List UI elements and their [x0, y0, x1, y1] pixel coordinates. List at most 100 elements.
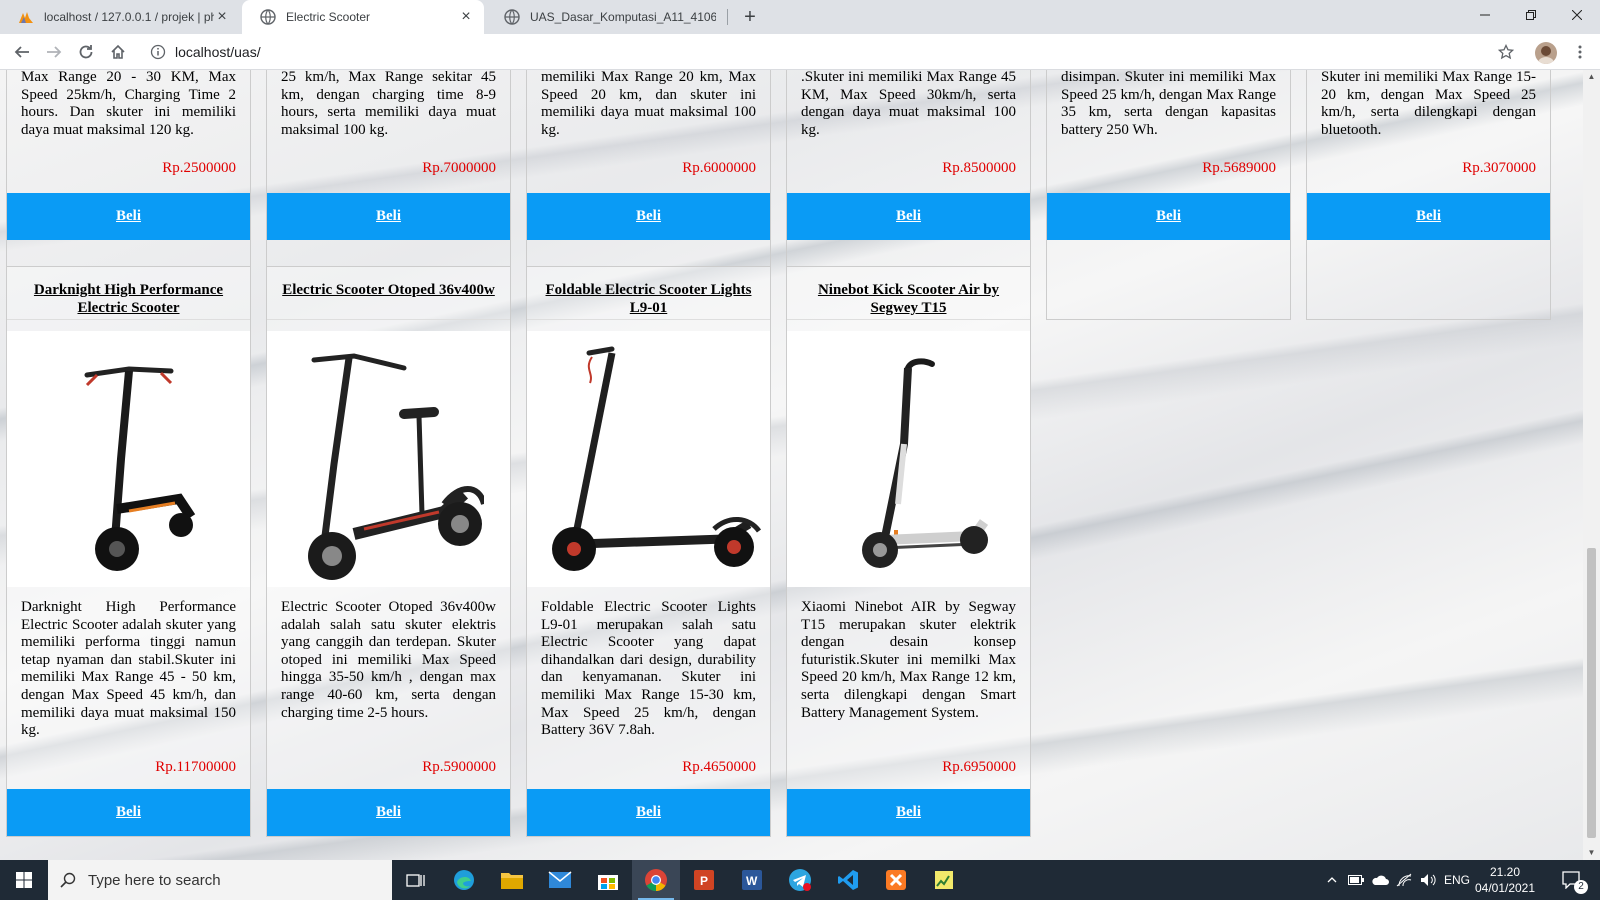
clock-date: 04/01/2021	[1474, 881, 1536, 895]
product-description: memiliki Max Range 20 km, Max Speed 20 k…	[541, 70, 756, 138]
back-button[interactable]	[10, 40, 34, 64]
battery-icon[interactable]	[1344, 860, 1368, 900]
product-card: Ninebot Kick Scooter Air by Segwey T15 X…	[786, 266, 1031, 837]
powerpoint-icon[interactable]: P	[680, 860, 728, 900]
product-price: Rp.3070000	[1462, 160, 1536, 176]
menu-kebab-icon[interactable]	[1568, 40, 1592, 64]
scroll-up-arrow-icon[interactable]: ▲	[1583, 70, 1600, 84]
clock-time: 21.20	[1489, 865, 1521, 879]
product-image	[267, 331, 510, 587]
product-description: 25 km/h, Max Range sekitar 45 km, dengan…	[281, 70, 496, 138]
url-text: localhost/uas/	[175, 44, 261, 60]
product-description: Xiaomi Ninebot AIR by Segway T15 merupak…	[801, 599, 1016, 721]
system-clock[interactable]: 21.20 04/01/2021	[1470, 864, 1540, 896]
search-icon	[60, 872, 76, 888]
product-image	[527, 331, 770, 587]
show-hidden-icons-chevron-icon[interactable]	[1320, 860, 1344, 900]
buy-button[interactable]: Beli	[267, 193, 510, 240]
vscode-icon[interactable]	[824, 860, 872, 900]
product-image	[787, 331, 1030, 587]
scooter-image	[861, 358, 988, 568]
notification-count-badge: 2	[1574, 880, 1588, 894]
wifi-icon[interactable]	[1392, 860, 1416, 900]
product-name-link[interactable]: Ninebot Kick Scooter Air by Segwey T15	[787, 267, 1030, 331]
buy-button[interactable]: Beli	[527, 193, 770, 240]
buy-button[interactable]: Beli	[1047, 193, 1290, 240]
product-price: Rp.5689000	[1202, 160, 1276, 176]
windows-taskbar: Type here to search P W ENG 21.20 04/01/…	[0, 860, 1600, 900]
product-description: Skuter ini memiliki Max Range 15-20 km, …	[1321, 70, 1536, 138]
scroll-down-arrow-icon[interactable]: ▼	[1583, 846, 1600, 860]
file-explorer-icon[interactable]	[488, 860, 536, 900]
tab-separator	[727, 9, 728, 25]
buy-button[interactable]: Beli	[787, 193, 1030, 240]
scooter-image	[551, 346, 761, 571]
restore-button[interactable]	[1508, 0, 1554, 30]
product-description: Foldable Electric Scooter Lights L9-01 m…	[541, 599, 756, 739]
svg-text:P: P	[700, 874, 708, 888]
start-button[interactable]	[0, 860, 48, 900]
tab-phpmyadmin[interactable]: localhost / 127.0.0.1 / projek | ph ×	[0, 0, 240, 34]
product-description: Max Range 20 - 30 KM, Max Speed 25km/h, …	[21, 70, 236, 138]
home-button[interactable]	[106, 40, 130, 64]
product-description: Electric Scooter Otoped 36v400w adalah s…	[281, 599, 496, 721]
xampp-icon[interactable]	[872, 860, 920, 900]
product-card: Foldable Electric Scooter Lights L9-01 F…	[526, 266, 771, 837]
mail-icon[interactable]	[536, 860, 584, 900]
tab-electric-scooter[interactable]: Electric Scooter ×	[242, 0, 484, 34]
product-price: Rp.5900000	[422, 759, 496, 775]
info-icon[interactable]	[150, 44, 166, 60]
buy-button[interactable]: Beli	[787, 789, 1030, 836]
address-bar[interactable]: localhost/uas/	[142, 38, 1508, 66]
forward-button[interactable]	[42, 40, 66, 64]
product-price: Rp.6950000	[942, 759, 1016, 775]
product-price: Rp.11700000	[155, 759, 236, 775]
chrome-icon[interactable]	[632, 860, 680, 900]
new-tab-button[interactable]: +	[738, 5, 762, 29]
minimize-button[interactable]	[1462, 0, 1508, 30]
product-price: Rp.6000000	[682, 160, 756, 176]
globe-icon	[260, 9, 276, 25]
buy-button[interactable]: Beli	[1307, 193, 1550, 240]
taskbar-search-input[interactable]: Type here to search	[48, 860, 392, 900]
scooter-image	[307, 353, 484, 580]
reload-button[interactable]	[74, 40, 98, 64]
scooter-image	[84, 366, 195, 571]
sticky-chart-app-icon[interactable]	[920, 860, 968, 900]
vertical-scrollbar[interactable]: ▲ ▼	[1583, 70, 1600, 860]
product-price: Rp.2500000	[162, 160, 236, 176]
product-name-link[interactable]: Darknight High Performance Electric Scoo…	[7, 267, 250, 331]
close-window-button[interactable]	[1554, 0, 1600, 30]
scrollbar-thumb[interactable]	[1587, 548, 1596, 838]
product-card: Darknight High Performance Electric Scoo…	[6, 266, 251, 837]
close-tab-icon[interactable]: ×	[214, 9, 230, 25]
volume-icon[interactable]	[1416, 860, 1440, 900]
product-description: disimpan. Skuter ini memiliki Max Speed …	[1061, 70, 1276, 138]
profile-avatar[interactable]	[1535, 42, 1557, 64]
buy-button[interactable]: Beli	[7, 789, 250, 836]
edge-browser-icon[interactable]	[440, 860, 488, 900]
close-tab-icon[interactable]: ×	[458, 9, 474, 25]
telegram-icon[interactable]	[776, 860, 824, 900]
task-view-icon[interactable]	[392, 860, 440, 900]
onedrive-cloud-icon[interactable]	[1368, 860, 1392, 900]
word-icon[interactable]: W	[728, 860, 776, 900]
store-icon[interactable]	[584, 860, 632, 900]
product-price: Rp.7000000	[422, 160, 496, 176]
buy-button[interactable]: Beli	[7, 193, 250, 240]
notification-center-icon[interactable]: 2	[1552, 860, 1592, 900]
language-indicator[interactable]: ENG	[1440, 860, 1474, 900]
buy-button[interactable]: Beli	[527, 789, 770, 836]
buy-button[interactable]: Beli	[267, 789, 510, 836]
globe-icon	[504, 9, 520, 25]
svg-text:W: W	[746, 874, 758, 888]
phpmyadmin-icon	[18, 9, 34, 25]
product-description: .Skuter ini memiliki Max Range 45 KM, Ma…	[801, 70, 1016, 138]
product-card: Electric Scooter Otoped 36v400w Electric…	[266, 266, 511, 837]
bookmark-star-icon[interactable]	[1494, 40, 1518, 64]
tab-uas-dasar[interactable]: UAS_Dasar_Komputasi_A11_4106	[486, 0, 726, 34]
page-content: Max Range 20 - 30 KM, Max Speed 25km/h, …	[0, 70, 1583, 860]
product-name-link[interactable]: Electric Scooter Otoped 36v400w	[267, 267, 510, 331]
product-card: disimpan. Skuter ini memiliki Max Speed …	[1046, 70, 1291, 320]
product-name-link[interactable]: Foldable Electric Scooter Lights L9-01	[527, 267, 770, 331]
